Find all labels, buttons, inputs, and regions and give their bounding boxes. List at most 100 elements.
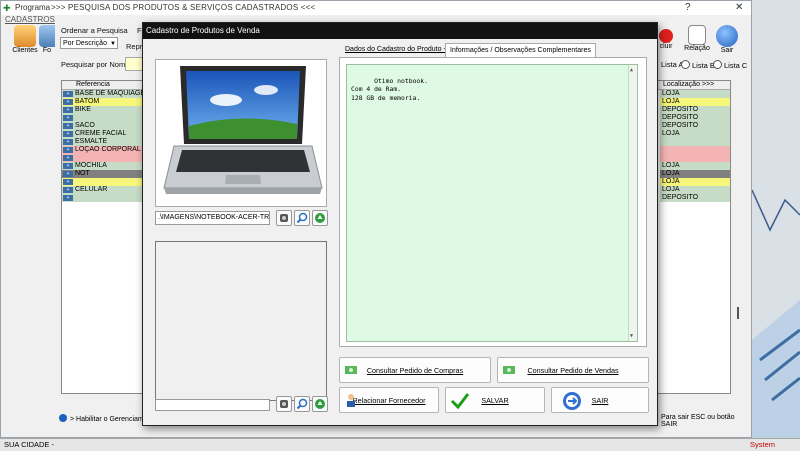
habilitar-label: > Habilitar o Gerenciament: [70, 416, 154, 423]
expand-icon[interactable]: +: [63, 171, 73, 177]
excluir-button[interactable]: cluir: [655, 25, 677, 63]
clientes-button[interactable]: Clientes: [7, 25, 43, 63]
relacionar-fornecedor-button[interactable]: Relacionar Fornecedor: [339, 387, 439, 413]
salvar-button[interactable]: SALVAR: [445, 387, 545, 413]
row-referencia: BATOM: [75, 98, 100, 105]
table-row[interactable]: +: [62, 194, 142, 202]
notes-textarea[interactable]: Otimo notbook. Com 4 de Ram. 128 GB de m…: [346, 64, 638, 342]
notes-scrollbar[interactable]: ▲ ▼: [628, 65, 637, 341]
expand-icon[interactable]: +: [63, 131, 73, 137]
row-localizacao: LOJA: [660, 170, 730, 178]
exit-arrow-icon: [563, 392, 581, 410]
table-row[interactable]: + SACO: [62, 122, 142, 130]
relacionar-fornecedor-label: Relacionar Fornecedor: [352, 396, 426, 405]
table-row[interactable]: + CELULAR: [62, 186, 142, 194]
lista-b-label: Lista B: [692, 61, 715, 70]
scanner-icon[interactable]: [276, 210, 292, 226]
scanner-icon-2[interactable]: [276, 396, 292, 412]
supplier-person-icon: [347, 394, 355, 407]
col-referencia: Referencia: [76, 81, 110, 88]
exit-icon: [716, 25, 738, 47]
tab-info[interactable]: Informações / Observações Complementares: [445, 43, 596, 57]
table-row[interactable]: + BATOM: [62, 98, 142, 106]
row-localizacao: DEPOSITO: [660, 122, 730, 130]
row-localizacao: [660, 146, 730, 154]
main-title-bar: ✚ Programa >>> PESQUISA DOS PRODUTOS & S…: [1, 1, 751, 15]
sair-dialog-button[interactable]: SAIR: [551, 387, 649, 413]
table-row[interactable]: + NOT: [62, 170, 142, 178]
table-row[interactable]: + MOCHILA: [62, 162, 142, 170]
table-row[interactable]: + LOÇÃO CORPORAL: [62, 146, 142, 154]
expand-icon[interactable]: +: [63, 187, 73, 193]
help-icon[interactable]: ?: [685, 1, 691, 15]
lista-b-radio[interactable]: Lista B: [681, 60, 715, 70]
app-title: Programa: [15, 3, 51, 12]
col-localizacao: Localização >>>: [663, 81, 715, 88]
table-row[interactable]: +: [62, 178, 142, 186]
pesquisar-label: Pesquisar por Nome: [61, 60, 130, 69]
chevron-down-icon: ▼: [110, 41, 116, 47]
lista-c-radio[interactable]: Lista C: [713, 60, 747, 70]
table-row[interactable]: + BIKE: [62, 106, 142, 114]
sair-main-button[interactable]: Sair: [709, 25, 745, 63]
row-referencia: CELULAR: [75, 186, 108, 193]
table-row[interactable]: +: [62, 154, 142, 162]
expand-icon[interactable]: +: [63, 115, 73, 121]
fornecedores-button[interactable]: Fo: [39, 25, 55, 63]
expand-icon[interactable]: +: [63, 163, 73, 169]
expand-icon[interactable]: +: [63, 107, 73, 113]
scroll-up-icon[interactable]: ▲: [630, 66, 633, 75]
expand-icon[interactable]: +: [63, 155, 73, 161]
ordenar-label: Ordenar a Pesquisa: [61, 26, 128, 35]
image-path-field[interactable]: .\IMAGENS\NOTEBOOK-ACER-TRAVI: [155, 211, 270, 225]
habilitar-option[interactable]: > Habilitar o Gerenciament: [59, 414, 153, 423]
expand-icon[interactable]: +: [63, 123, 73, 129]
expand-icon[interactable]: +: [63, 91, 73, 97]
clients-icon: [14, 25, 36, 47]
splitter-handle[interactable]: [737, 307, 739, 319]
search-icon-2[interactable]: [294, 396, 310, 412]
clientes-label: Clientes: [12, 47, 38, 54]
status-city: SUA CIDADE -: [4, 440, 55, 449]
tab-dados[interactable]: Dados do Cadastro do Produto ->: [341, 43, 454, 57]
search-icon[interactable]: [294, 210, 310, 226]
lista-c-label: Lista C: [724, 61, 748, 70]
table-row[interactable]: + ESMALTE: [62, 138, 142, 146]
sair-dialog-label: SAIR: [591, 396, 609, 405]
add-image-icon-2[interactable]: [312, 396, 328, 412]
row-referencia: BASE DE MAQUIAGE: [75, 90, 142, 97]
row-referencia: SACO: [75, 122, 95, 129]
expand-icon[interactable]: +: [63, 195, 73, 201]
consultar-compras-button[interactable]: Consultar Pedido de Compras: [339, 357, 491, 383]
status-bar: SUA CIDADE - System: [0, 438, 800, 451]
table-row[interactable]: + CREME FACIAL: [62, 130, 142, 138]
row-referencia: BIKE: [75, 106, 91, 113]
expand-icon[interactable]: +: [63, 179, 73, 185]
menu-cadastros[interactable]: CADASTROS: [5, 15, 55, 24]
consultar-vendas-label: Consultar Pedido de Vendas: [527, 366, 619, 375]
row-referencia: CREME FACIAL: [75, 130, 127, 137]
ordenar-select[interactable]: Por Descrição ▼: [60, 37, 118, 49]
add-image-icon[interactable]: [312, 210, 328, 226]
consultar-vendas-button[interactable]: Consultar Pedido de Vendas: [497, 357, 649, 383]
sair-hint: Para sair ESC ou botão SAIR: [661, 414, 735, 428]
scroll-down-icon[interactable]: ▼: [630, 332, 633, 341]
checkmark-icon: [450, 393, 470, 410]
ordenar-value: Por Descrição: [63, 40, 107, 47]
product-photo: [155, 59, 327, 207]
expand-icon[interactable]: +: [63, 147, 73, 153]
money-icon: [345, 366, 357, 374]
expand-icon[interactable]: +: [63, 139, 73, 145]
table-row[interactable]: +: [62, 114, 142, 122]
sair-main-label: Sair: [720, 47, 734, 54]
row-localizacao: LOJA: [660, 178, 730, 186]
secondary-image-panel: [155, 241, 327, 401]
expand-icon[interactable]: +: [63, 99, 73, 105]
secondary-path-field[interactable]: [155, 399, 270, 411]
row-localizacao: LOJA: [660, 90, 730, 98]
relacao-label: Relação: [684, 45, 710, 52]
dialog-title: Cadastro de Produtos de Venda: [143, 23, 657, 39]
row-localizacao: LOJA: [660, 130, 730, 138]
table-row[interactable]: + BASE DE MAQUIAGE: [62, 90, 142, 98]
close-icon[interactable]: ✕: [735, 1, 743, 15]
